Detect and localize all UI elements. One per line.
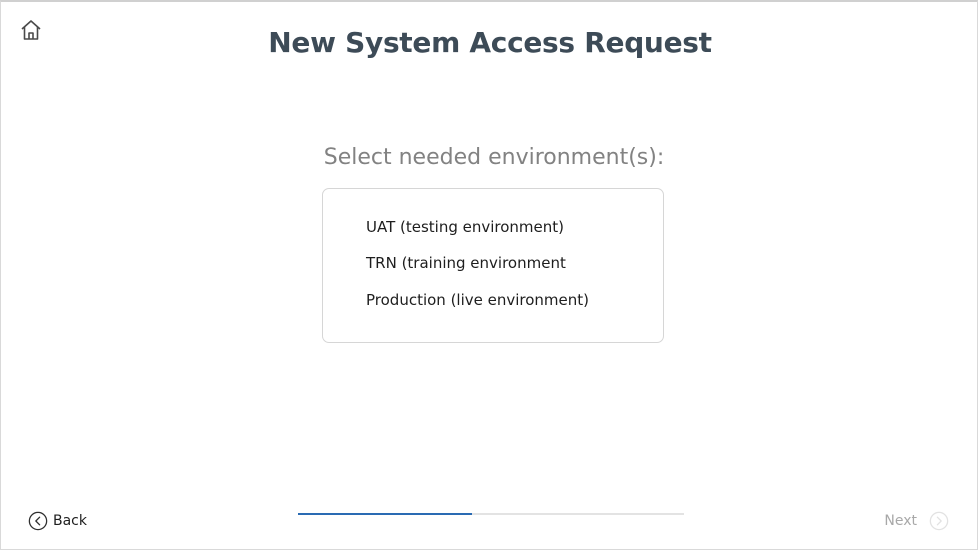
- app-window: New System Access Request Select needed …: [0, 0, 978, 550]
- back-button[interactable]: Back: [28, 511, 87, 531]
- back-label: Back: [53, 513, 87, 529]
- next-label: Next: [884, 513, 917, 529]
- chevron-right-circle-icon: [929, 511, 949, 531]
- environment-options-card: UAT (testing environment) TRN (training …: [322, 188, 664, 343]
- chevron-left-circle-icon: [28, 511, 48, 531]
- option-production[interactable]: Production (live environment): [366, 291, 589, 309]
- option-trn[interactable]: TRN (training environment: [366, 254, 566, 272]
- progress-fill: [298, 513, 472, 515]
- progress-bar: [298, 513, 684, 515]
- question-prompt: Select needed environment(s):: [323, 145, 665, 170]
- next-button[interactable]: Next: [884, 511, 949, 531]
- option-uat[interactable]: UAT (testing environment): [366, 218, 564, 236]
- page-title: New System Access Request: [268, 26, 712, 59]
